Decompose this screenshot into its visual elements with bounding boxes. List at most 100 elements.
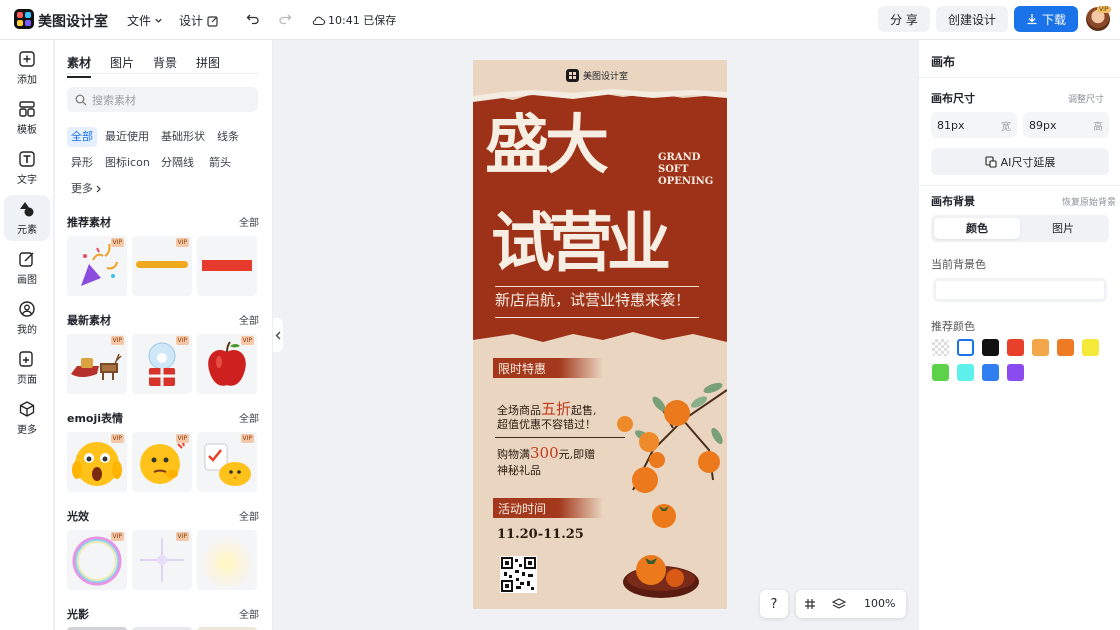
download-button[interactable]: 下载 xyxy=(1014,6,1078,32)
cloud-icon xyxy=(312,16,325,25)
tab-images[interactable]: 图片 xyxy=(110,54,134,78)
section-newest: 最新素材 全部 xyxy=(67,312,259,328)
promo-label[interactable]: 限时特惠 xyxy=(498,360,546,377)
bg-toggle-image[interactable]: 图片 xyxy=(1020,218,1106,239)
tab-backgrounds[interactable]: 背景 xyxy=(153,54,177,78)
panel-collapse-handle[interactable] xyxy=(273,318,283,352)
section-newest-all[interactable]: 全部 xyxy=(239,312,259,327)
height-field[interactable]: 89px 高 xyxy=(1023,112,1109,138)
vip-badge: VIP xyxy=(240,336,254,345)
time-label[interactable]: 活动时间 xyxy=(498,500,546,517)
section-recommended-all[interactable]: 全部 xyxy=(239,214,259,229)
asset-yellow-brush-stroke[interactable]: VIP xyxy=(132,236,192,296)
persimmon-plate-illustration[interactable] xyxy=(619,548,703,602)
vip-badge: VIP xyxy=(110,434,124,443)
swatch-light-orange[interactable] xyxy=(1032,339,1049,356)
qr-code-icon[interactable] xyxy=(500,556,537,593)
swatch-transparent[interactable] xyxy=(932,339,949,356)
redo-icon[interactable] xyxy=(277,11,293,27)
download-button-label: 下载 xyxy=(1041,12,1066,27)
poster-slogan[interactable]: 新店启航，试营业特惠来袭！ xyxy=(495,289,690,310)
persimmon-branch-illustration[interactable] xyxy=(613,380,727,510)
share-button[interactable]: 分 享 xyxy=(878,6,930,32)
swatch-blue[interactable] xyxy=(982,364,999,381)
asset-party-popper[interactable]: VIP xyxy=(67,236,127,296)
chip-arrows[interactable]: 箭头 xyxy=(205,153,235,173)
tab-materials[interactable]: 素材 xyxy=(67,54,92,78)
nav-add[interactable]: 添加 xyxy=(0,45,54,91)
chip-all[interactable]: 全部 xyxy=(67,127,97,147)
ai-expand-icon xyxy=(985,155,997,168)
swatch-orange[interactable] xyxy=(1057,339,1074,356)
grid-icon[interactable] xyxy=(804,598,816,610)
poster-brand[interactable]: 美图设计室 xyxy=(566,69,628,82)
layers-icon[interactable] xyxy=(832,597,846,611)
canvas-poster[interactable]: 美图设计室 盛大 试营业 GRAND SOFT OPENING 新店启航，试营业… xyxy=(473,60,727,609)
create-design-button[interactable]: 创建设计 xyxy=(936,6,1008,32)
section-light-shadow-all[interactable]: 全部 xyxy=(239,606,259,621)
chip-more[interactable]: 更多 xyxy=(67,179,106,199)
avatar-vip-badge: VIP xyxy=(1097,6,1111,13)
search-input[interactable]: 搜索素材 xyxy=(67,87,258,112)
ai-resize-button[interactable]: AI尺寸延展 xyxy=(931,148,1109,175)
nav-more[interactable]: 更多 xyxy=(0,395,54,441)
promo-line4[interactable]: 神秘礼品 xyxy=(497,462,541,478)
chip-irregular[interactable]: 异形 xyxy=(67,153,97,173)
poster-divider-2 xyxy=(495,317,699,318)
swatch-yellow[interactable] xyxy=(1082,339,1099,356)
asset-red-apple[interactable]: VIP xyxy=(197,334,257,394)
height-unit: 高 xyxy=(1093,121,1103,133)
chip-recent[interactable]: 最近使用 xyxy=(101,127,153,147)
asset-red-bar[interactable] xyxy=(197,236,257,296)
asset-thinking-emoji[interactable]: VIP xyxy=(132,432,192,492)
nav-draw[interactable]: 画图 xyxy=(0,245,54,291)
asset-glow-light[interactable] xyxy=(197,530,257,590)
poster-title-line1[interactable]: 盛大 xyxy=(485,112,609,180)
app-logo-icon[interactable] xyxy=(14,9,34,29)
poster-english-line3: OPENING xyxy=(658,176,714,187)
section-light-effects-all[interactable]: 全部 xyxy=(239,508,259,523)
current-bg-color[interactable] xyxy=(933,278,1107,302)
swatch-black[interactable] xyxy=(982,339,999,356)
chip-lines[interactable]: 线条 xyxy=(213,127,243,147)
swatch-cyan[interactable] xyxy=(957,364,974,381)
tab-collage[interactable]: 拼图 xyxy=(196,54,220,78)
bg-toggle-color[interactable]: 颜色 xyxy=(934,218,1020,239)
promo-line3[interactable]: 购物满300元,即赠 xyxy=(497,444,595,462)
chip-icons[interactable]: 图标icon xyxy=(101,153,154,173)
chip-shapes[interactable]: 基础形状 xyxy=(157,127,209,147)
swatch-green[interactable] xyxy=(932,364,949,381)
asset-snow-globe-gift[interactable]: VIP xyxy=(132,334,192,394)
chip-dividers[interactable]: 分隔线 xyxy=(157,153,198,173)
file-menu[interactable]: 文件 xyxy=(127,12,163,29)
help-button[interactable]: ? xyxy=(760,590,788,618)
asset-shocked-emoji[interactable]: VIP xyxy=(67,432,127,492)
chevron-left-icon xyxy=(275,331,281,339)
event-dates[interactable]: 11.20-11.25 xyxy=(497,527,584,542)
promo-line2[interactable]: 超值优惠不容错过！ xyxy=(497,416,596,432)
swatch-red[interactable] xyxy=(1007,339,1024,356)
undo-icon[interactable] xyxy=(245,11,261,27)
poster-title-line2[interactable]: 试营业 xyxy=(491,210,671,278)
asset-bubble-ring[interactable]: VIP xyxy=(67,530,127,590)
nav-template-label: 模板 xyxy=(17,125,37,136)
poster-english-title[interactable]: GRAND SOFT OPENING xyxy=(658,152,713,188)
width-field[interactable]: 81px 宽 xyxy=(931,112,1017,138)
falling-persimmon-illustration[interactable] xyxy=(649,500,679,530)
nav-template[interactable]: 模板 xyxy=(0,95,54,141)
asset-reindeer-sleigh[interactable]: VIP xyxy=(67,334,127,394)
nav-element[interactable]: 元素 xyxy=(4,195,50,241)
resize-link[interactable]: 调整尺寸 xyxy=(1068,92,1104,105)
asset-star-sparkle[interactable]: VIP xyxy=(132,530,192,590)
zoom-level[interactable]: 100% xyxy=(864,597,895,610)
swatch-white[interactable] xyxy=(957,339,974,356)
nav-text[interactable]: 文字 xyxy=(0,145,54,191)
nav-page[interactable]: 页面 xyxy=(0,345,54,391)
section-recommended: 推荐素材 全部 xyxy=(67,214,259,230)
swatch-purple[interactable] xyxy=(1007,364,1024,381)
section-emoji-all[interactable]: 全部 xyxy=(239,410,259,425)
design-menu[interactable]: 设计 xyxy=(179,12,219,29)
asset-checklist-chick[interactable]: VIP xyxy=(197,432,257,492)
reset-bg-link[interactable]: 恢复原始背景 xyxy=(1062,195,1116,208)
nav-mine[interactable]: 我的 xyxy=(0,295,54,341)
